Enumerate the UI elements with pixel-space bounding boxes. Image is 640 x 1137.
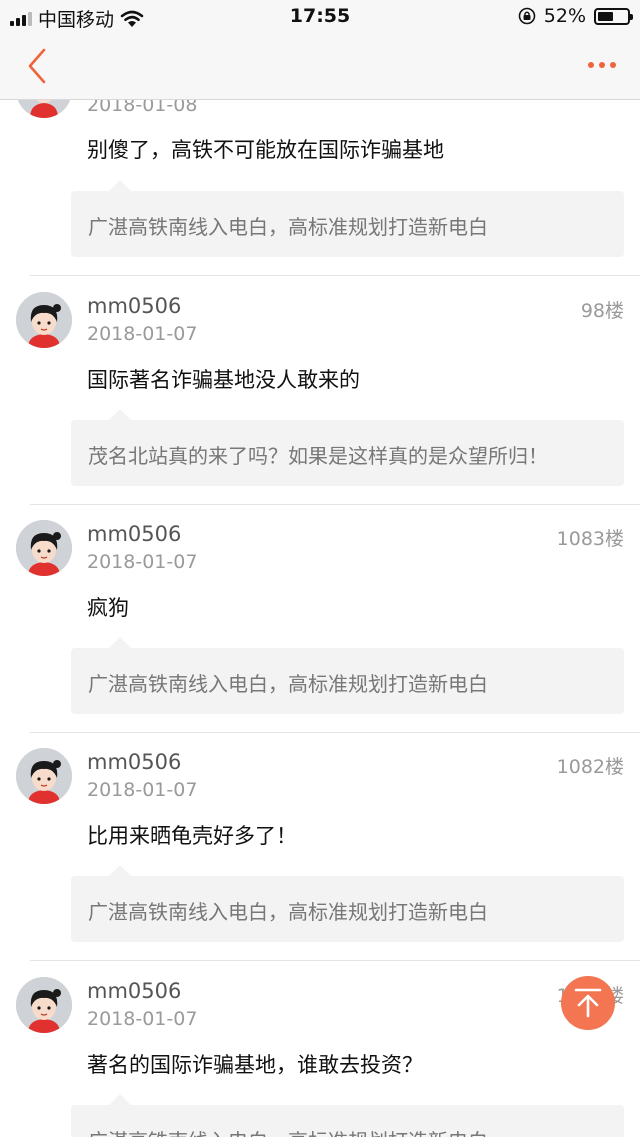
floor-number: 1083楼 [556,528,624,550]
back-button[interactable] [22,44,62,88]
divider [30,275,640,276]
status-bar: 中国移动 17:55 52% [0,0,640,34]
comment-text: 别傻了，高铁不可能放在国际诈骗基地 [87,138,444,162]
more-button[interactable] [582,50,622,80]
username[interactable]: mm0506 [87,294,181,318]
quoted-post[interactable]: 广湛高铁南线入电白，高标准规划打造新电白 [71,637,624,714]
quoted-post[interactable]: 茂名北站真的来了吗？如果是这样真的是众望所归！ [71,409,624,486]
comment-date: 2018-01-07 [87,779,198,801]
quoted-post[interactable]: 广湛高铁南线入电白，高标准规划打造新电白 [71,180,624,257]
more-horizontal-icon [588,62,594,68]
comment-date: 2018-01-07 [87,1008,198,1030]
user-avatar-icon [16,977,72,1033]
comment-text: 著名的国际诈骗基地，谁敢去投资？ [87,1053,423,1077]
quoted-post[interactable]: 广湛高铁南线入电白，高标准规划打造新电白 [71,1094,624,1137]
floor-number: 1082楼 [556,756,624,778]
avatar[interactable] [16,520,72,576]
floor-number: 98楼 [580,300,624,322]
battery-percent: 52% [543,5,586,27]
arrow-up-to-top-icon [574,988,602,1018]
battery-icon [594,7,633,25]
comment-date: 2018-01-07 [87,551,198,573]
user-avatar-icon [16,520,72,576]
avatar[interactable] [16,748,72,804]
comment-date: 2018-01-07 [87,323,198,345]
username[interactable]: mm0506 [87,750,181,774]
divider [30,960,640,961]
chevron-left-icon [28,48,46,84]
divider [30,504,640,505]
user-avatar-icon [16,292,72,348]
comment-list: 2018-01-08 别傻了，高铁不可能放在国际诈骗基地 广湛高铁南线入电白，高… [0,0,640,1137]
back-to-top-button[interactable] [561,976,615,1030]
quoted-post[interactable]: 广湛高铁南线入电白，高标准规划打造新电白 [71,865,624,942]
comment-text: 国际著名诈骗基地没人敢来的 [87,368,360,392]
avatar[interactable] [16,292,72,348]
divider [30,732,640,733]
comment-text: 比用来晒龟壳好多了！ [87,824,297,848]
nav-bar [0,34,640,100]
comment-text: 疯狗 [87,596,129,620]
username[interactable]: mm0506 [87,979,181,1003]
orientation-lock-icon [518,7,536,25]
avatar[interactable] [16,977,72,1033]
username[interactable]: mm0506 [87,522,181,546]
user-avatar-icon [16,748,72,804]
